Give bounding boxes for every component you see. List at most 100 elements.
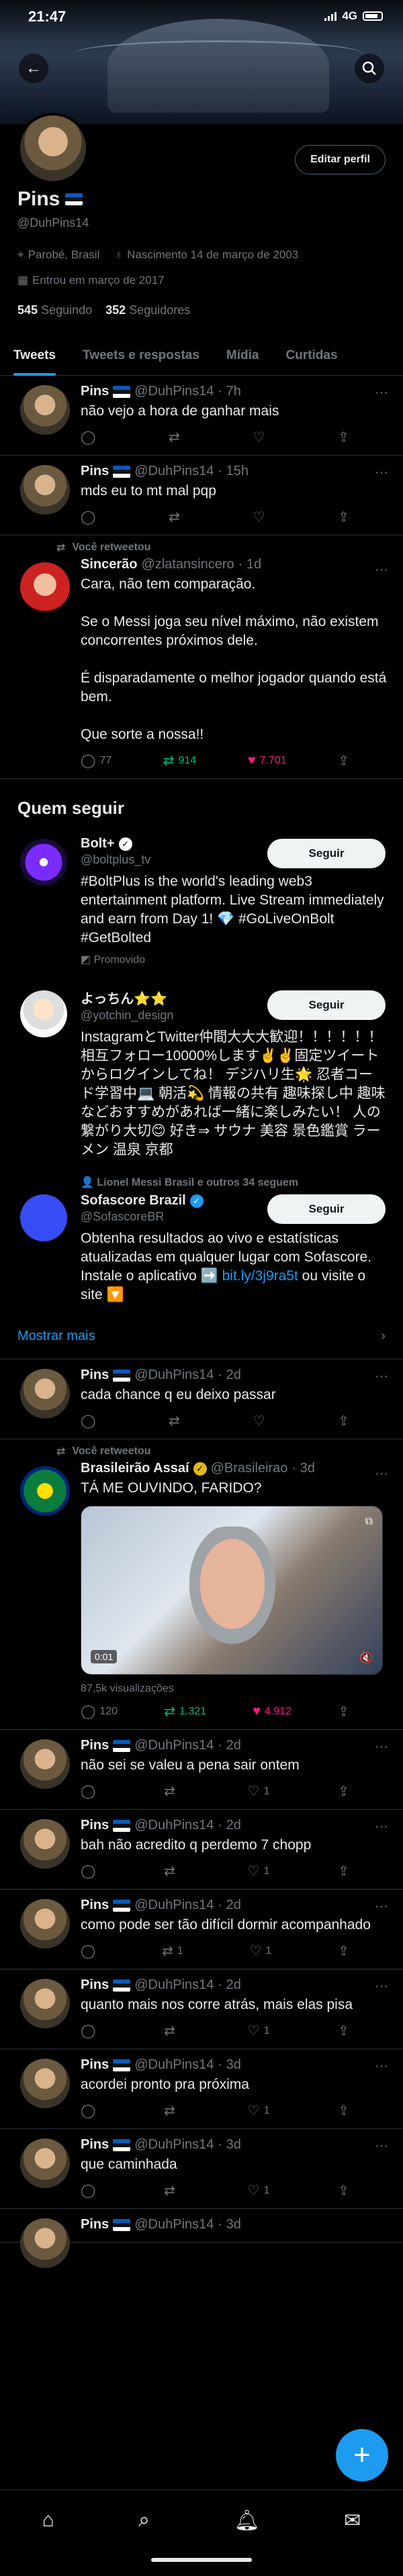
home-icon[interactable]: ⌂ (42, 2509, 54, 2576)
followers-link[interactable]: 352 Seguidores (105, 303, 190, 317)
follow-button[interactable]: Seguir (267, 1194, 386, 1224)
tweet-author-name[interactable]: Sincerão (81, 557, 137, 572)
more-options-icon[interactable]: ··· (375, 1979, 388, 1994)
reply-button[interactable]: ◯ (81, 1863, 95, 1879)
tweet-author-name[interactable]: Brasileirão Assaí (81, 1461, 189, 1476)
video-player[interactable]: ⧉ 0:01 🔇 (81, 1506, 383, 1675)
tweet[interactable]: Pins @DuhPins14 · 3d ··· acordei pronto pr… (0, 2049, 403, 2129)
compose-tweet-button[interactable]: + (336, 2429, 388, 2481)
tweet-author-name[interactable]: Pins (81, 384, 109, 399)
tweet-author-name[interactable]: Pins (81, 1818, 109, 1833)
follow-button[interactable]: Seguir (267, 839, 386, 868)
retweet-button[interactable]: ⇄ 914 (163, 752, 196, 769)
tweet-author-name[interactable]: Pins (81, 1898, 109, 1913)
tweet-author-name[interactable]: Pins (81, 1368, 109, 1383)
avatar[interactable] (20, 2139, 70, 2188)
tweet[interactable]: Pins @DuhPins14 · 2d ··· bah não acredito … (0, 1810, 403, 1890)
more-options-icon[interactable]: ··· (375, 1369, 388, 1384)
tweet[interactable]: Pins @DuhPins14 · 2d ··· cada chance q e… (0, 1359, 403, 1439)
like-button[interactable]: ♡ 1 (248, 2102, 270, 2119)
share-button[interactable]: ⇪ (338, 1943, 349, 1959)
retweet-button[interactable]: ⇄ (164, 1863, 179, 1879)
retweet-button[interactable]: ⇄ 1.321 (164, 1703, 206, 1720)
tweet-author-name[interactable]: Pins (81, 464, 109, 479)
share-button[interactable]: ⇪ (338, 1783, 349, 1800)
like-button[interactable]: ♥ 4.912 (253, 1703, 292, 1720)
retweet-button[interactable]: ⇄ (169, 509, 180, 525)
more-options-icon[interactable]: ··· (375, 2139, 388, 2154)
reply-button[interactable]: ◯ (81, 1783, 95, 1800)
share-button[interactable]: ⇪ (338, 509, 349, 525)
tweet-author-name[interactable]: Pins (81, 2217, 109, 2232)
like-button[interactable]: ♡ 1 (248, 1863, 270, 1879)
tweet[interactable]: Pins @DuhPins14 · 7h ··· não vejo a hora… (0, 376, 403, 456)
search-icon[interactable]: ⌕ (138, 2509, 150, 2576)
reply-button[interactable]: ◯ 77 (81, 752, 111, 769)
tweet-author-name[interactable]: Pins (81, 1738, 109, 1753)
reply-button[interactable]: ◯ (81, 2022, 95, 2039)
avatar[interactable] (20, 2218, 70, 2268)
search-icon[interactable] (355, 54, 384, 83)
avatar[interactable] (20, 1899, 70, 1949)
like-button[interactable]: ♡ 1 (248, 1783, 270, 1800)
like-button[interactable]: ♥ 7.701 (248, 752, 287, 769)
like-button[interactable]: ♡ (253, 1412, 265, 1429)
tab-media[interactable]: Mídia (213, 336, 273, 376)
retweet-button[interactable]: ⇄ (169, 1412, 180, 1429)
reply-button[interactable]: ◯ (81, 429, 95, 446)
suggestion-item[interactable]: Bolt+ ✓ @boltplus_tv Seguir #BoltPlus is … (0, 831, 403, 978)
profile-avatar[interactable] (17, 113, 89, 184)
share-button[interactable]: ⇪ (338, 2102, 349, 2119)
tweet-author-name[interactable]: Pins (81, 2137, 109, 2153)
tweet[interactable]: Pins @DuhPins14 · 2d ··· não sei se valeu … (0, 1730, 403, 1810)
avatar[interactable] (20, 562, 70, 612)
tab-tweets[interactable]: Tweets (0, 336, 69, 376)
tweet[interactable]: Pins @DuhPins14 · 2d ··· como pode ser tão… (0, 1890, 403, 1969)
share-button[interactable]: ⇪ (338, 1412, 349, 1429)
back-arrow-icon[interactable]: ← (19, 54, 48, 83)
tweet[interactable]: Pins @DuhPins14 · 15h ··· mds eu to mt m… (0, 456, 403, 535)
edit-profile-button[interactable]: Editar perfil (295, 145, 386, 174)
like-button[interactable]: ♡ 1 (248, 2182, 270, 2199)
reply-button[interactable]: ◯ (81, 1943, 95, 1959)
more-options-icon[interactable]: ··· (375, 1819, 388, 1835)
retweet-button[interactable]: ⇄ (164, 1783, 179, 1800)
share-button[interactable]: ⇪ (338, 2182, 349, 2199)
share-button[interactable]: ⇪ (338, 2022, 349, 2039)
retweet-button[interactable]: ⇄ (164, 2182, 179, 2199)
more-options-icon[interactable]: ··· (375, 385, 388, 401)
retweeted-tweet[interactable]: ⇄ Você retweetou Brasileirão Assaí ✓ @Bras… (0, 1439, 403, 1730)
avatar[interactable] (20, 1819, 70, 1869)
show-more-link[interactable]: Mostrar mais › (0, 1317, 403, 1359)
notifications-icon[interactable]: 🔔︎ (234, 2509, 260, 2576)
more-options-icon[interactable]: ··· (375, 562, 388, 578)
reply-button[interactable]: ◯ (81, 509, 95, 525)
like-button[interactable]: ♡ (253, 509, 265, 525)
bio-link[interactable]: bit.ly/3j9ra5t (222, 1268, 298, 1284)
share-button[interactable]: ⇪ (338, 752, 349, 769)
share-button[interactable]: ⇪ (338, 1703, 349, 1720)
avatar[interactable] (20, 1194, 67, 1241)
messages-icon[interactable]: ✉ (344, 2509, 361, 2576)
reply-button[interactable]: ◯ (81, 2102, 95, 2119)
tweet[interactable]: Pins @DuhPins14 · 3d ··· que caminhada ◯ ⇄… (0, 2129, 403, 2209)
picture-in-picture-icon[interactable]: ⧉ (365, 1516, 373, 1528)
tweet-author-name[interactable]: Pins (81, 2057, 109, 2073)
retweet-button[interactable]: ⇄ (164, 2102, 179, 2119)
avatar[interactable] (20, 1466, 70, 1516)
tweet-author-name[interactable]: Pins (81, 1977, 109, 1993)
tweet[interactable]: Pins @DuhPins14 · 2d ··· quanto mais nos c… (0, 1969, 403, 2049)
avatar[interactable] (20, 1979, 70, 2028)
like-button[interactable]: ♡ (253, 429, 265, 446)
more-options-icon[interactable]: ··· (375, 1899, 388, 1914)
avatar[interactable] (20, 465, 70, 515)
tab-likes[interactable]: Curtidas (272, 336, 351, 376)
follow-button[interactable]: Seguir (267, 990, 386, 1020)
retweet-button[interactable]: ⇄ (169, 429, 180, 446)
more-options-icon[interactable]: ··· (375, 1739, 388, 1755)
share-button[interactable]: ⇪ (338, 1863, 349, 1879)
suggestion-item[interactable]: よっちん⭐️⭐️ @yotchin_design Seguir Instagra… (0, 978, 403, 1172)
like-button[interactable]: ♡ 1 (250, 1943, 272, 1959)
volume-icon[interactable]: 🔇 (359, 1651, 373, 1665)
like-button[interactable]: ♡ 1 (248, 2022, 270, 2039)
